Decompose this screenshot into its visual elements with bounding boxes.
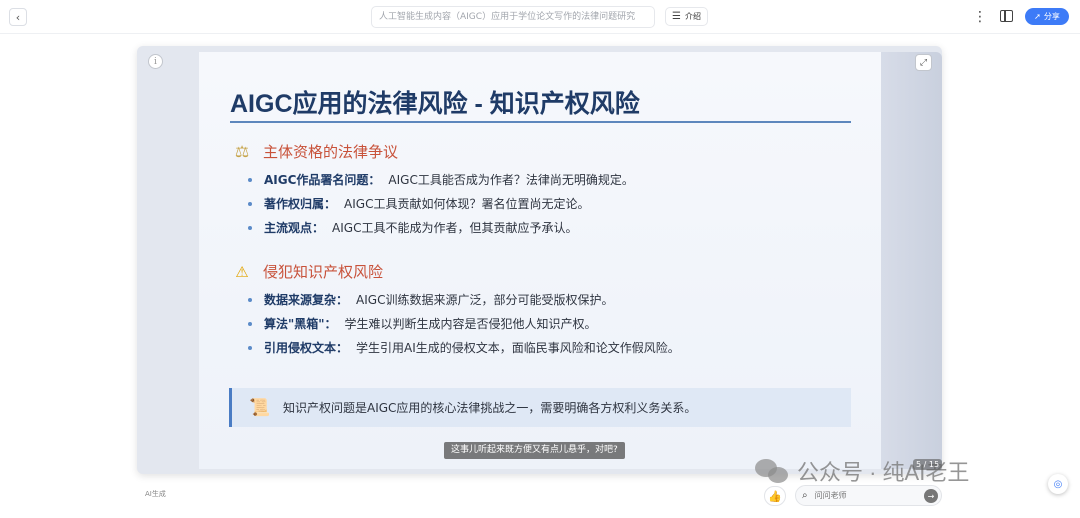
info-icon[interactable]: i [148,54,163,69]
callout-text: 知识产权问题是AIGC应用的核心法律挑战之一，需要明确各方权利义务关系。 [283,401,697,415]
search-icon: ⌕ [802,490,808,501]
bullet-dot [248,177,252,182]
bullet-value: 学生难以判断生成内容是否侵犯他人知识产权。 [344,317,597,331]
section-heading-text: 主体资格的法律争议 [263,143,399,161]
bullet-value: 学生引用AI生成的侵权文本，面临民事风险和论文作假风险。 [356,341,680,355]
more-vertical-icon[interactable]: ⋮ [973,8,987,26]
scroll-icon: 📜 [249,397,271,418]
document-title-field[interactable]: 人工智能生成内容（AIGC）应用于学位论文写作的法律问题研究 [371,6,655,28]
thumbs-up-icon: 👍 [768,489,782,503]
intro-button[interactable]: ☰ 介绍 [665,7,708,26]
back-button[interactable]: ‹ [9,8,27,26]
sidebar-toggle-icon[interactable] [1000,10,1013,22]
list-item: AIGC作品署名问题： AIGC工具能否成为作者？法律尚无明确规定。 [248,171,634,188]
list-item: 主流观点： AIGC工具不能成为作者，但其贡献应予承认。 [248,219,577,236]
like-button[interactable]: 👍 [764,486,786,506]
callout-box: 📜 知识产权问题是AIGC应用的核心法律挑战之一，需要明确各方权利义务关系。 [229,388,851,427]
bullet-key: 著作权归属： [264,197,337,211]
warning-icon: ⚠ [235,262,249,281]
bullet-key: 数据来源复杂： [264,293,349,307]
bullet-dot [248,321,252,326]
send-button[interactable]: → [924,489,938,503]
chevron-left-icon: ‹ [15,10,21,24]
section-heading-text: 侵犯知识产权风险 [263,263,384,281]
title-divider [230,121,851,123]
share-label: 分享 [1043,12,1060,21]
assistant-float-button[interactable]: ◎ [1048,474,1068,494]
section-heading-ip-risk: ⚠ 侵犯知识产权风险 [232,261,383,282]
scales-icon: ⚖ [234,142,250,161]
ask-teacher-box: ⌕ → [795,485,942,506]
bullet-value: AIGC工具贡献如何体现？署名位置尚无定论。 [344,197,590,211]
watermark-text: 公众号 · 纯AI老王 [797,460,970,485]
bullet-dot [248,225,252,230]
expand-icon[interactable]: ⤢ [915,54,932,71]
list-item: 算法"黑箱"： 学生难以判断生成内容是否侵犯他人知识产权。 [248,315,597,332]
bullet-key: AIGC作品署名问题： [264,173,381,187]
page-counter: 5 / 15 [913,459,943,470]
list-icon: ☰ [672,11,681,22]
share-button[interactable]: ➚ 分享 [1025,8,1069,25]
list-item: 著作权归属： AIGC工具贡献如何体现？署名位置尚无定论。 [248,195,589,212]
intro-label: 介绍 [684,12,701,21]
ai-generated-badge: AI生成 [145,490,166,498]
share-icon: ➚ [1034,12,1041,21]
bullet-key: 主流观点： [264,221,325,235]
wechat-icon [755,457,789,485]
section-heading-legal-status: ⚖ 主体资格的法律争议 [232,141,398,162]
bullet-dot [248,345,252,350]
list-item: 数据来源复杂： AIGC训练数据来源广泛，部分可能受版权保护。 [248,291,613,308]
slide-title: AIGC应用的法律风险 - 知识产权风险 [230,90,640,118]
bullet-dot [248,297,252,302]
bullet-value: AIGC工具能否成为作者？法律尚无明确规定。 [388,173,634,187]
slide-side-panel [881,52,942,469]
assistant-icon: ◎ [1053,478,1063,490]
top-toolbar: ‹ 人工智能生成内容（AIGC）应用于学位论文写作的法律问题研究 ☰ 介绍 ⋮ … [0,0,1080,34]
bullet-key: 引用侵权文本： [264,341,349,355]
bullet-key: 算法"黑箱"： [264,317,337,331]
bullet-value: AIGC训练数据来源广泛，部分可能受版权保护。 [356,293,614,307]
bullet-dot [248,201,252,206]
bullet-value: AIGC工具不能成为作者，但其贡献应予承认。 [332,221,578,235]
list-item: 引用侵权文本： 学生引用AI生成的侵权文本，面临民事风险和论文作假风险。 [248,339,680,356]
ask-teacher-input[interactable] [814,491,915,500]
subtitle-caption: 这事儿听起来既方便又有点儿悬乎，对吧? [444,442,625,459]
